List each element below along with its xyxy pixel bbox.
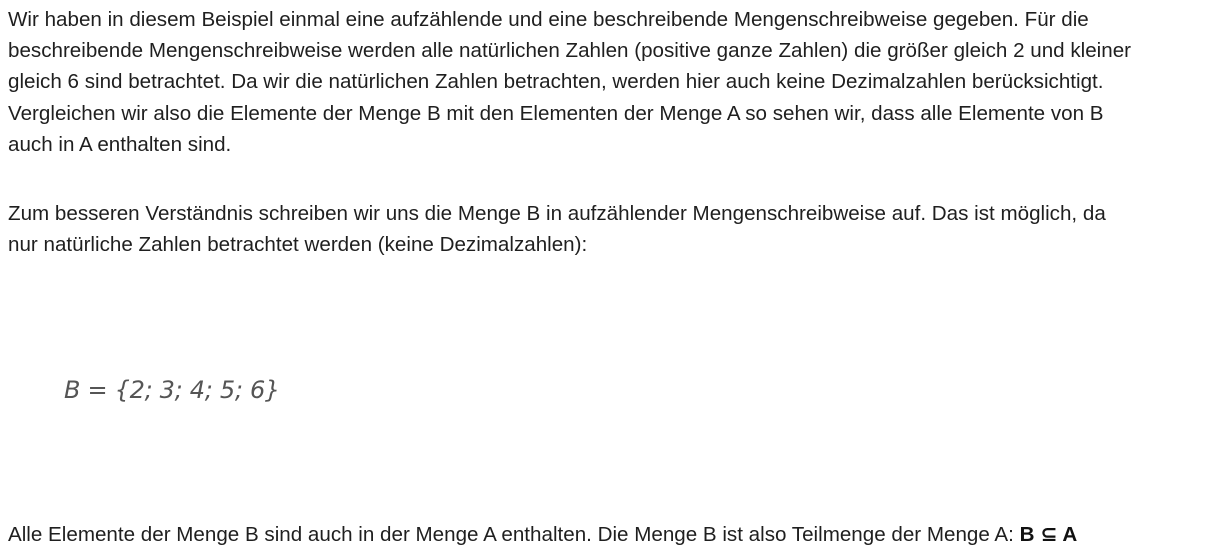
conclusion-paragraph: Alle Elemente der Menge B sind auch in d…	[8, 519, 1222, 550]
text-line: nur natürliche Zahlen betrachtet werden …	[8, 233, 588, 257]
conclusion-text: Alle Elemente der Menge B sind auch in d…	[8, 523, 1020, 546]
text-line: beschreibende Mengenschreibweise werden …	[8, 39, 1132, 63]
text-line: Wir haben in diesem Beispiel einmal eine…	[8, 8, 1089, 31]
text-line: gleich 6 sind betrachtet. Da wir die nat…	[8, 70, 1104, 94]
explanation-paragraph: Zum besseren Verständnis schreiben wir u…	[8, 198, 1222, 260]
intro-paragraph: Wir haben in diesem Beispiel einmal eine…	[8, 4, 1222, 160]
text-line: auch in A enthalten sind.	[8, 132, 232, 156]
text-line: Vergleichen wir also die Elemente der Me…	[8, 101, 1104, 125]
subset-notation: B ⊆ A	[1019, 523, 1078, 546]
text-line: Zum besseren Verständnis schreiben wir u…	[8, 202, 1106, 225]
set-formula: B = {2; 3; 4; 5; 6}	[64, 376, 280, 404]
